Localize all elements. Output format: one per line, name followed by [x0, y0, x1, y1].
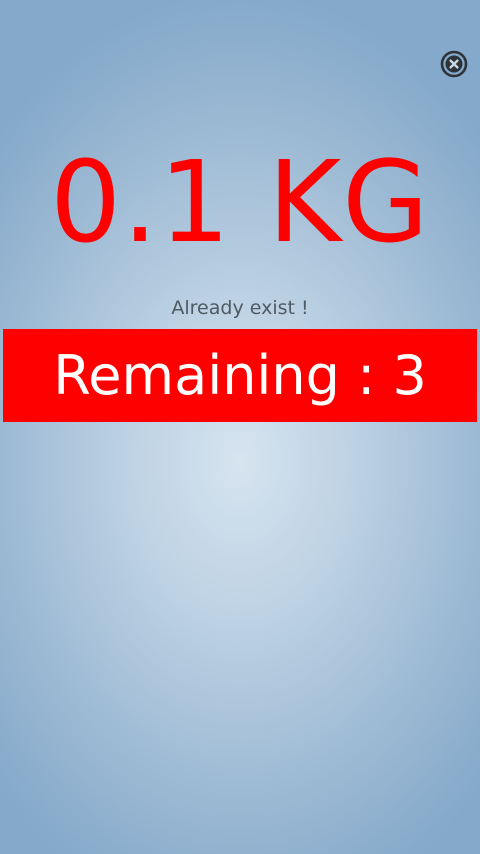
- close-circle-icon: [440, 50, 468, 78]
- close-button[interactable]: [440, 50, 468, 78]
- remaining-count-label: Remaining : 3: [53, 344, 427, 407]
- remaining-banner: Remaining : 3: [3, 329, 477, 422]
- app-screen: 0.1 KG Already exist ! Remaining : 3: [0, 0, 480, 854]
- status-message: Already exist !: [171, 297, 309, 319]
- weight-display: 0.1 KG: [50, 138, 430, 268]
